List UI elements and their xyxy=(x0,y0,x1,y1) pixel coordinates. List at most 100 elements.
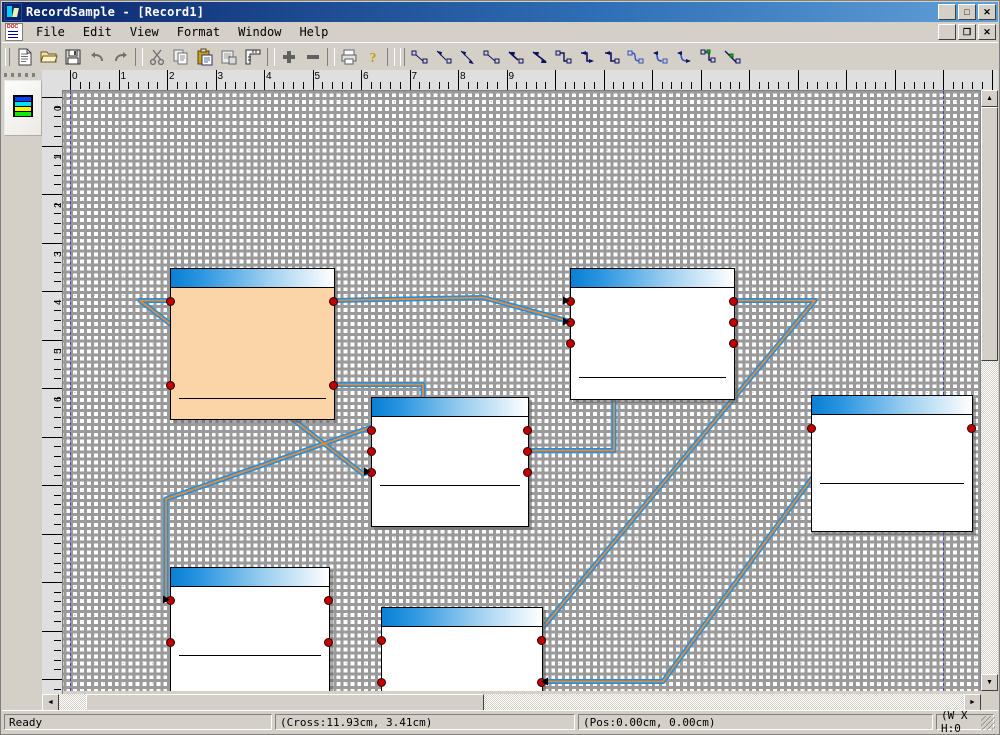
mdi-close-button[interactable]: ✕ xyxy=(978,24,996,40)
table-title-orders[interactable] xyxy=(571,269,734,288)
copy-icon[interactable] xyxy=(169,45,193,68)
entity-table-orders[interactable] xyxy=(570,268,735,400)
table-field[interactable] xyxy=(382,651,542,672)
relation-step-left-icon[interactable] xyxy=(600,45,624,68)
scroll-left-button[interactable]: ◄ xyxy=(42,694,59,711)
relation-toolbar-grip[interactable] xyxy=(400,47,405,66)
entity-table-sales[interactable] xyxy=(371,397,529,527)
table-field[interactable] xyxy=(171,611,329,632)
connection-anchor[interactable] xyxy=(566,338,575,348)
toolbar-grip[interactable] xyxy=(5,47,10,66)
table-field[interactable] xyxy=(171,354,334,375)
help-icon[interactable]: ? xyxy=(361,45,385,68)
connection-anchor[interactable] xyxy=(967,423,976,433)
connection-anchor[interactable] xyxy=(377,677,386,687)
table-title-sales[interactable] xyxy=(372,398,528,417)
table-field[interactable] xyxy=(171,333,334,354)
connection-anchor[interactable] xyxy=(523,425,532,435)
table-field[interactable] xyxy=(571,291,734,312)
undo-icon[interactable] xyxy=(85,45,109,68)
table-field[interactable] xyxy=(812,418,972,439)
plus-icon[interactable] xyxy=(277,45,301,68)
relation-curve-left-icon[interactable] xyxy=(648,45,672,68)
connection-anchor[interactable] xyxy=(329,296,338,306)
connection-anchor[interactable] xyxy=(523,467,532,477)
connection-anchor[interactable] xyxy=(729,338,738,348)
connection-anchor[interactable] xyxy=(329,380,338,390)
table-field[interactable] xyxy=(372,420,528,441)
menu-view[interactable]: View xyxy=(121,23,168,41)
table-field[interactable] xyxy=(571,333,734,354)
new-icon[interactable] xyxy=(13,45,37,68)
table-field[interactable] xyxy=(382,672,542,691)
record-table-tool-button[interactable] xyxy=(4,80,42,136)
menu-help[interactable]: Help xyxy=(290,23,337,41)
horizontal-scrollbar[interactable]: ◄ ► xyxy=(42,694,981,711)
table-field[interactable] xyxy=(171,312,334,333)
connection-anchor[interactable] xyxy=(566,317,575,327)
vertical-scroll-thumb[interactable] xyxy=(981,107,998,361)
entity-table-details[interactable] xyxy=(381,607,543,691)
relation-arrow-both-icon[interactable] xyxy=(528,45,552,68)
close-button[interactable]: ✕ xyxy=(978,4,996,20)
table-field[interactable] xyxy=(571,312,734,333)
table-title-items[interactable] xyxy=(812,396,972,415)
entity-table-shipto[interactable] xyxy=(170,567,330,691)
table-title-customers[interactable] xyxy=(171,269,334,288)
connection-anchor[interactable] xyxy=(324,595,333,605)
table-field[interactable] xyxy=(171,291,334,312)
maximize-button[interactable]: □ xyxy=(958,4,976,20)
table-field[interactable] xyxy=(812,439,972,460)
connection-anchor[interactable] xyxy=(324,637,333,647)
relation-curve-icon[interactable] xyxy=(624,45,648,68)
connection-anchor[interactable] xyxy=(166,637,175,647)
connection-anchor[interactable] xyxy=(367,446,376,456)
table-field[interactable] xyxy=(372,462,528,483)
connection-anchor[interactable] xyxy=(523,446,532,456)
table-title-shipto[interactable] xyxy=(171,568,329,587)
connection-anchor[interactable] xyxy=(166,296,175,306)
relation-diag-node-icon[interactable] xyxy=(720,45,744,68)
relation-step-icon[interactable] xyxy=(552,45,576,68)
minimize-button[interactable]: _ xyxy=(938,4,956,20)
vertical-scrollbar[interactable]: ▲ ▼ xyxy=(980,90,998,691)
connection-anchor[interactable] xyxy=(367,467,376,477)
delete-icon[interactable] xyxy=(217,45,241,68)
left-panel-grip[interactable] xyxy=(4,73,39,77)
relation-step-arrow-icon[interactable] xyxy=(576,45,600,68)
mdi-restore-button[interactable]: ❐ xyxy=(958,24,976,40)
connection-anchor[interactable] xyxy=(367,425,376,435)
menu-format[interactable]: Format xyxy=(168,23,229,41)
relation-line-2-icon[interactable] xyxy=(480,45,504,68)
entity-table-customers[interactable] xyxy=(170,268,335,420)
paste-icon[interactable] xyxy=(193,45,217,68)
entity-table-items[interactable] xyxy=(811,395,973,532)
relation-line-icon[interactable] xyxy=(408,45,432,68)
connection-anchor[interactable] xyxy=(729,317,738,327)
connection-anchor[interactable] xyxy=(166,595,175,605)
table-field[interactable] xyxy=(171,632,329,653)
vertical-ruler[interactable]: 0123456 xyxy=(42,90,63,711)
connection-anchor[interactable] xyxy=(537,677,546,687)
redo-icon[interactable] xyxy=(109,45,133,68)
diagram-canvas[interactable] xyxy=(63,91,980,691)
table-field[interactable] xyxy=(571,354,734,375)
table-field[interactable] xyxy=(372,441,528,462)
connection-anchor[interactable] xyxy=(729,296,738,306)
table-field[interactable] xyxy=(382,630,542,651)
connection-anchor[interactable] xyxy=(807,423,816,433)
mdi-minimize-button[interactable]: _ xyxy=(938,24,956,40)
scroll-down-button[interactable]: ▼ xyxy=(981,674,998,691)
connection-anchor[interactable] xyxy=(537,635,546,645)
cut-icon[interactable] xyxy=(145,45,169,68)
horizontal-ruler[interactable]: 0123456789 xyxy=(42,70,998,91)
connection-anchor[interactable] xyxy=(566,296,575,306)
connection-anchor[interactable] xyxy=(377,635,386,645)
menu-edit[interactable]: Edit xyxy=(74,23,121,41)
table-field[interactable] xyxy=(171,590,329,611)
relation-curve-both-icon[interactable] xyxy=(672,45,696,68)
relation-ortho-node-icon[interactable] xyxy=(696,45,720,68)
connection-anchor[interactable] xyxy=(166,380,175,390)
table-field[interactable] xyxy=(812,460,972,481)
scroll-up-button[interactable]: ▲ xyxy=(981,90,998,107)
